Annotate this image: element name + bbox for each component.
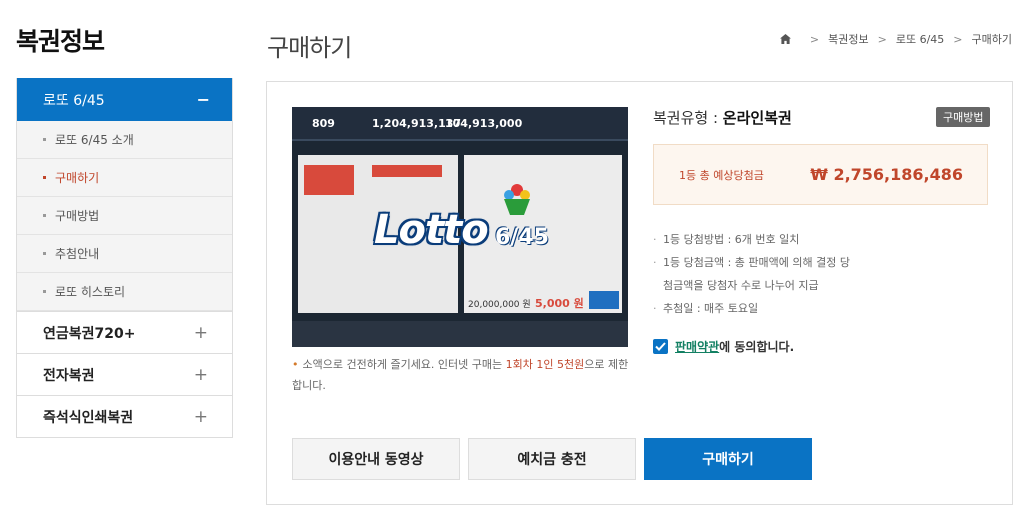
info-text: 1등 당첨방법 : 6개 번호 일치: [663, 233, 800, 246]
sidebar-item-pension720[interactable]: 연금복권720+ +: [17, 311, 232, 353]
collapse-icon[interactable]: −: [197, 90, 210, 109]
sidebar-subitem-label: 로또 히스토리: [55, 285, 126, 299]
terms-text: 에 동의합니다.: [719, 340, 795, 354]
page-title: 구매하기: [267, 34, 352, 62]
sidebar-item-label: 연금복권720+: [43, 325, 136, 342]
expand-icon[interactable]: +: [194, 407, 208, 427]
sidebar-item-label: 즉석식인쇄복권: [43, 409, 134, 426]
sidebar-subitem-history[interactable]: 로또 히스토리: [17, 273, 232, 311]
game-amount: 20,000,000 원: [468, 300, 531, 310]
sidebar-subitem-label: 추첨안내: [55, 247, 100, 261]
chevron-right-icon: >: [953, 32, 963, 46]
expand-icon[interactable]: +: [194, 323, 208, 343]
notice-highlight: 1회차 1인 5천원: [505, 358, 585, 371]
sidebar-item-label: 로또 6/45: [43, 92, 105, 109]
bullet-icon: [43, 290, 46, 293]
terms-checkbox[interactable]: [653, 339, 668, 354]
sidebar-nav: 로또 6/45 − 로또 6/45 소개 구매하기 구매방법 추첨안내 로또 히…: [16, 78, 233, 438]
purchase-limit-notice: • 소액으로 건전하게 즐기세요. 인터넷 구매는 1회차 1인 5천원으로 제한…: [292, 354, 632, 396]
terms-agreement: 판매약관 에 동의합니다.: [653, 338, 794, 355]
bullet-icon: [43, 214, 46, 217]
lotto-ball-icon: [504, 184, 530, 215]
sidebar-subitem-label: 구매방법: [55, 209, 100, 223]
bullet-icon: [43, 176, 46, 179]
expand-icon[interactable]: +: [194, 365, 208, 385]
bullet-icon: [43, 252, 46, 255]
game-buy-block: [589, 291, 619, 309]
home-icon[interactable]: [779, 34, 791, 44]
breadcrumb: > 복권정보 > 로또 6/45 > 구매하기: [779, 31, 1012, 47]
game-amount: 5,000 원: [535, 297, 584, 310]
lottery-type: 복권유형 : 온라인복권: [653, 107, 792, 128]
lottery-type-label: 복권유형 :: [653, 109, 723, 127]
breadcrumb-item[interactable]: 로또 6/45: [896, 31, 944, 47]
check-icon: [655, 342, 666, 351]
bullet-icon: •: [292, 358, 299, 371]
guide-video-button[interactable]: 이용안내 동영상: [292, 438, 460, 480]
sidebar-item-electronic[interactable]: 전자복권 +: [17, 353, 232, 395]
deposit-charge-button[interactable]: 예치금 충전: [468, 438, 636, 480]
terms-link[interactable]: 판매약관: [675, 338, 719, 355]
lottery-type-value: 온라인복권: [722, 109, 792, 127]
purchase-panel: 809 1,204,913,137 104,913,000 Lotto 6/45…: [266, 81, 1013, 505]
sidebar-subitem-label: 구매하기: [55, 171, 100, 185]
prize-value: ₩ 2,756,186,486: [810, 165, 963, 184]
sidebar-item-lotto645[interactable]: 로또 6/45 −: [17, 78, 232, 121]
info-text: 추첨일 : 매주 토요일: [663, 302, 759, 315]
info-row: · 1등 당첨방법 : 6개 번호 일치: [653, 228, 853, 251]
buy-button[interactable]: 구매하기: [644, 438, 812, 480]
info-row: · 추첨일 : 매주 토요일: [653, 297, 853, 320]
sidebar-subitem-intro[interactable]: 로또 6/45 소개: [17, 121, 232, 159]
dash-icon: ·: [653, 233, 657, 246]
bullet-icon: [43, 138, 46, 141]
chevron-right-icon: >: [877, 32, 887, 46]
sidebar-item-instant[interactable]: 즉석식인쇄복권 +: [17, 395, 232, 437]
sidebar-subitem-howto[interactable]: 구매방법: [17, 197, 232, 235]
game-round: 809: [312, 117, 335, 130]
sidebar-item-label: 전자복권: [43, 367, 95, 384]
how-to-buy-button[interactable]: 구매방법: [936, 107, 991, 127]
lotto-logo-sub: 6/45: [495, 225, 549, 250]
sidebar-title: 복권정보: [16, 27, 105, 56]
game-red-block: [372, 165, 442, 177]
dash-icon: ·: [653, 256, 657, 269]
notice-text: 소액으로 건전하게 즐기세요. 인터넷 구매는: [302, 358, 506, 371]
lotto-game-screenshot: 809 1,204,913,137 104,913,000 Lotto 6/45…: [292, 107, 628, 347]
prize-box: 1등 총 예상당첨금 ₩ 2,756,186,486: [653, 144, 988, 205]
game-bottombar: [292, 321, 628, 347]
game-red-block: [304, 165, 354, 195]
dash-icon: ·: [653, 302, 657, 315]
prize-label: 1등 총 예상당첨금: [679, 168, 764, 182]
lotto-info-list: · 1등 당첨방법 : 6개 번호 일치 · 1등 당첨금액 : 총 판매액에 의해…: [653, 228, 853, 320]
sidebar-subitem-buy[interactable]: 구매하기: [17, 159, 232, 197]
lotto-logo: Lotto: [374, 207, 489, 253]
chevron-right-icon: >: [809, 32, 820, 46]
info-text: 1등 당첨금액 : 총 판매액에 의해 결정 당첨금액을 당첨자 수로 나누어 …: [663, 256, 850, 292]
breadcrumb-item[interactable]: 복권정보: [828, 31, 868, 47]
sidebar-subitem-label: 로또 6/45 소개: [55, 133, 134, 147]
game-amount: 104,913,000: [445, 117, 523, 130]
sidebar-subitem-draw[interactable]: 추첨안내: [17, 235, 232, 273]
breadcrumb-item: 구매하기: [971, 33, 1012, 46]
info-row: · 1등 당첨금액 : 총 판매액에 의해 결정 당첨금액을 당첨자 수로 나누어…: [653, 251, 853, 297]
